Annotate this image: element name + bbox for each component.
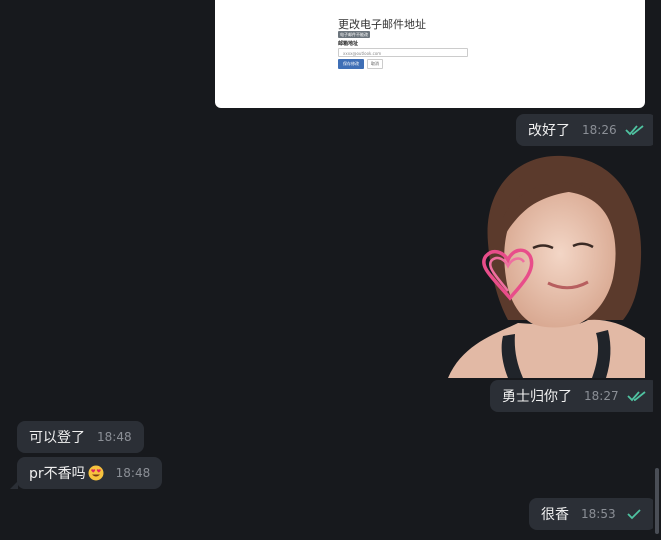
check-icon <box>626 509 641 520</box>
settings-badge: 电子邮件不能改 <box>338 31 370 38</box>
message-time: 18:48 <box>115 466 151 480</box>
scrollbar[interactable] <box>653 0 661 540</box>
message-text: 改好了 <box>528 123 570 139</box>
email-field-label: 邮箱地址 <box>338 41 359 47</box>
message-outgoing[interactable]: 勇士归你了 18:27 <box>490 380 661 412</box>
double-check-icon <box>626 391 646 402</box>
message-incoming[interactable]: pr不香吗 18:48 <box>10 457 163 489</box>
chat-history: 更改电子邮件地址 电子邮件不能改 邮箱地址 xxxx@outlook.com 保… <box>0 0 661 540</box>
message-incoming[interactable]: 可以登了 18:48 <box>17 421 144 453</box>
message-text: 勇士归你了 <box>502 389 572 405</box>
double-check-icon <box>624 125 644 136</box>
message-text: pr不香吗 <box>29 466 86 482</box>
message-time: 18:53 <box>581 507 616 521</box>
sticker-image[interactable] <box>448 148 645 378</box>
message-outgoing[interactable]: 很香 18:53 <box>529 498 661 530</box>
message-time: 18:27 <box>584 389 619 403</box>
heart-eyes-emoji-icon <box>88 465 104 481</box>
message-text: 可以登了 <box>29 430 85 446</box>
save-button: 保存修改 <box>338 59 364 69</box>
email-field: xxxx@outlook.com <box>338 48 468 57</box>
settings-title: 更改电子邮件地址 <box>338 18 426 31</box>
scrollbar-thumb[interactable] <box>655 468 659 534</box>
cancel-button: 取消 <box>367 59 383 69</box>
message-text: 很香 <box>541 507 569 523</box>
shared-screenshot-image[interactable]: 更改电子邮件地址 电子邮件不能改 邮箱地址 xxxx@outlook.com 保… <box>215 0 645 108</box>
bubble-tail <box>10 481 18 489</box>
message-time: 18:26 <box>582 123 617 137</box>
message-time: 18:48 <box>97 430 132 444</box>
message-outgoing[interactable]: 改好了 18:26 <box>516 114 661 146</box>
